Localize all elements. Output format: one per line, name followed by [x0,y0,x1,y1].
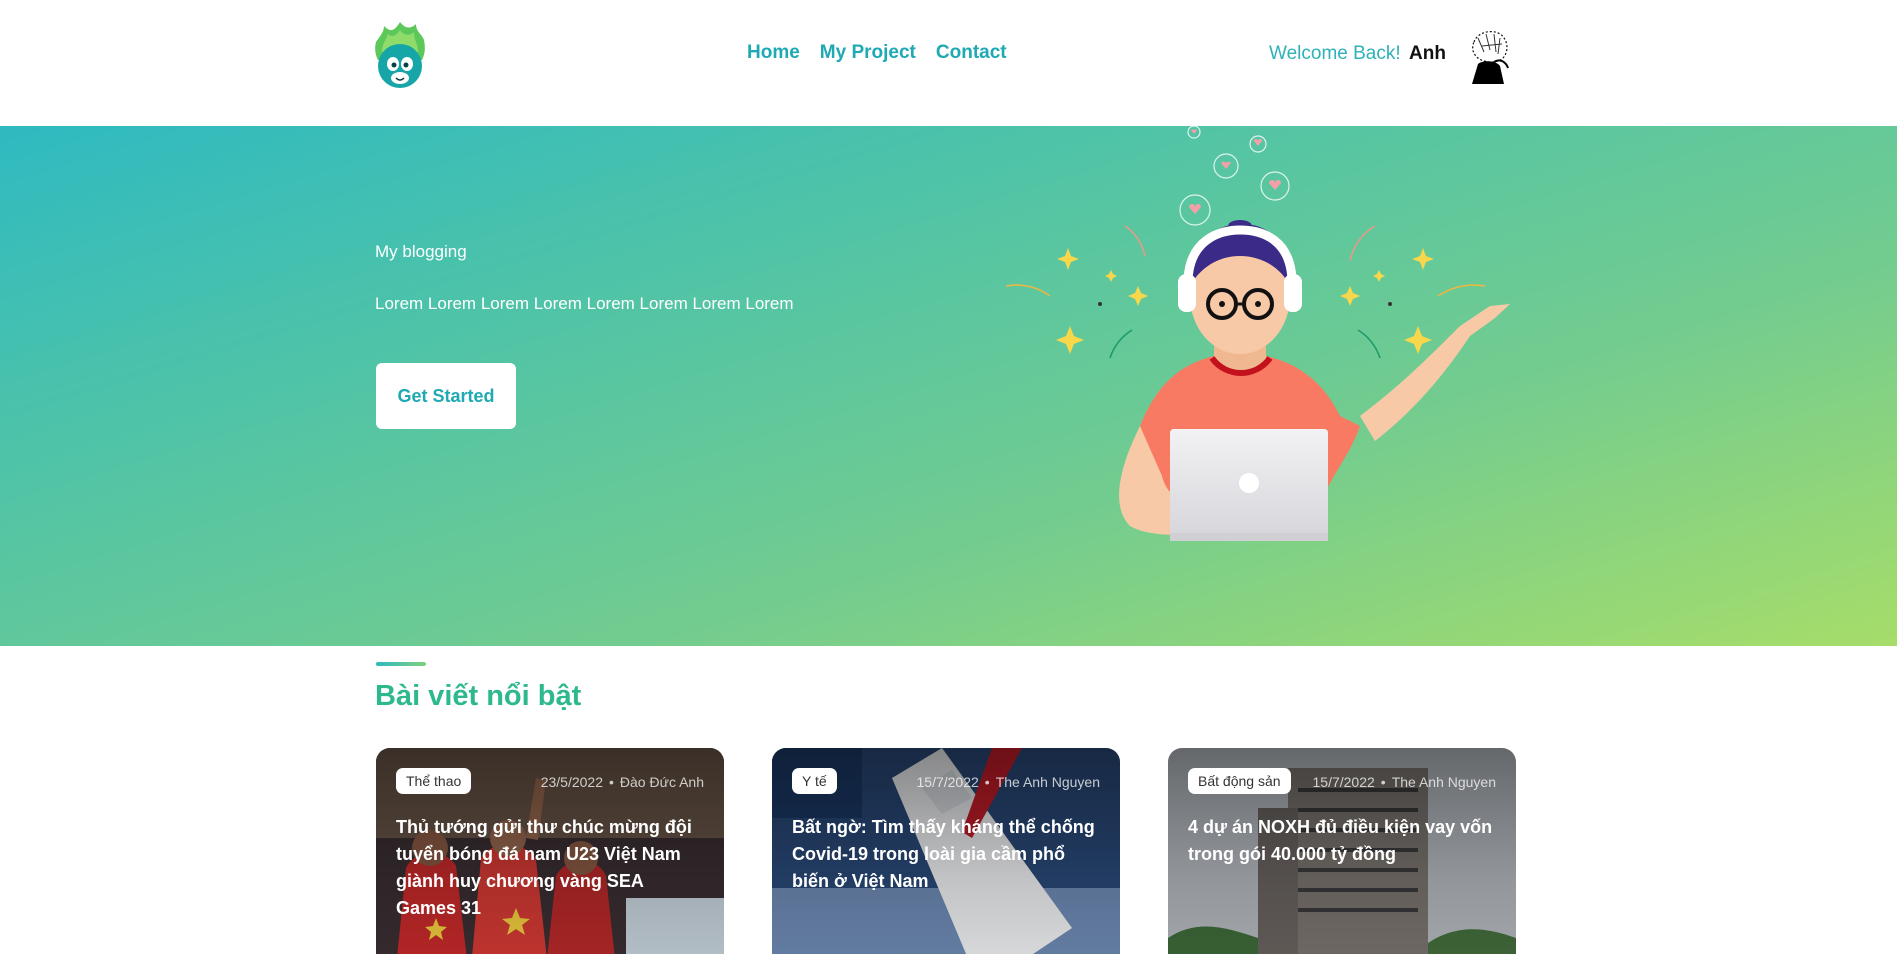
post-date: 23/5/2022 [540,774,603,790]
featured-card-real-estate[interactable]: Bất động sản 15/7/2022 • The Anh Nguyen 4 … [1168,748,1516,954]
category-tag[interactable]: Y tế [792,768,837,794]
hero-banner: My blogging Lorem Lorem Lorem Lorem Lore… [0,126,1897,646]
card-meta: 15/7/2022 • The Anh Nguyen [1313,774,1497,790]
hero-subtitle: My blogging [375,242,467,261]
card-title[interactable]: Thủ tướng gửi thư chúc mừng đội tuyển bó… [396,814,706,922]
meta-separator: • [1380,774,1386,790]
card-title[interactable]: Bất ngờ: Tìm thấy kháng thể chống Covid-… [792,814,1102,895]
featured-card-health[interactable]: Y tế 15/7/2022 • The Anh Nguyen Bất ngờ: T… [772,748,1120,954]
blogger-illustration [1005,126,1510,541]
post-date: 15/7/2022 [916,774,979,790]
featured-section-title: Bài viết nổi bật [375,680,582,712]
section-accent-bar [376,662,426,666]
nav-home-link[interactable]: Home [747,42,800,64]
main-nav: Home My Project Contact [747,42,1007,64]
post-author: The Anh Nguyen [1391,774,1496,790]
meta-separator: • [984,774,990,790]
category-tag[interactable]: Bất động sản [1188,768,1291,794]
nav-contact-link[interactable]: Contact [936,42,1007,64]
post-author: The Anh Nguyen [995,774,1100,790]
hero-text: Lorem Lorem Lorem Lorem Lorem Lorem Lore… [375,294,794,313]
post-date: 15/7/2022 [1312,774,1375,790]
post-author: Đào Đức Anh [619,774,704,790]
featured-card-sports[interactable]: Thể thao 23/5/2022 • Đào Đức Anh Thủ tướng… [376,748,724,954]
get-started-button[interactable]: Get Started [376,363,516,429]
avatar[interactable] [1464,28,1512,84]
card-meta: 15/7/2022 • The Anh Nguyen [917,774,1101,790]
card-title[interactable]: 4 dự án NOXH đủ điều kiện vay vốn trong … [1188,814,1498,868]
card-meta: 23/5/2022 • Đào Đức Anh [541,774,704,790]
monkey-logo-icon[interactable] [372,20,428,90]
meta-separator: • [609,774,614,790]
username[interactable]: Anh [1409,43,1446,65]
site-header: Home My Project Contact Welcome Back! An… [0,0,1897,126]
nav-my-project-link[interactable]: My Project [820,42,916,64]
category-tag[interactable]: Thể thao [396,768,472,794]
welcome-text: Welcome Back! [1269,43,1401,64]
